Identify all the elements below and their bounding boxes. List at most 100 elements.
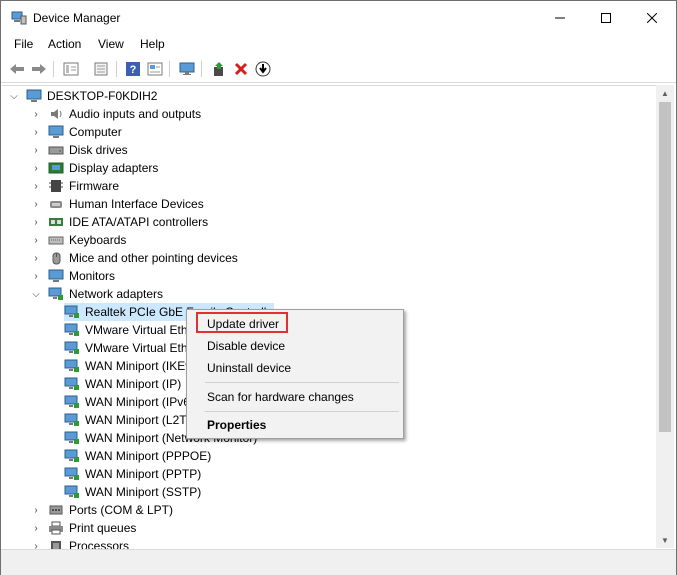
tree-category[interactable]: › Display adapters	[30, 159, 158, 177]
menu-action[interactable]: Action	[47, 37, 82, 51]
category-label: Display adapters	[69, 161, 159, 175]
update-driver-highlight	[196, 312, 288, 333]
tree-category[interactable]: › Audio inputs and outputs	[30, 105, 201, 123]
scroll-down-arrow-icon[interactable]: ▼	[656, 532, 674, 548]
context-uninstall-device[interactable]: Uninstall device	[188, 357, 402, 379]
tree-root-label: DESKTOP-F0KDIH2	[47, 89, 158, 103]
category-label: Processors	[69, 539, 130, 549]
network-adapter-item[interactable]: WAN Miniport (PPPOE)	[64, 447, 211, 465]
tree-category[interactable]: › Firmware	[30, 177, 119, 195]
category-label: Computer	[69, 125, 122, 139]
tree-category[interactable]: › Computer	[30, 123, 122, 141]
menu-help[interactable]: Help	[139, 37, 166, 51]
menu-view[interactable]: View	[97, 37, 125, 51]
chevron-right-icon[interactable]: ›	[30, 159, 42, 177]
uninstall-icon[interactable]	[231, 59, 251, 79]
chevron-right-icon[interactable]: ›	[30, 537, 42, 550]
chevron-right-icon[interactable]: ›	[30, 267, 42, 285]
chevron-right-icon[interactable]: ›	[30, 249, 42, 267]
network-adapter-item[interactable]: WAN Miniport (IP)	[64, 375, 181, 393]
menu-file[interactable]: File	[13, 37, 34, 51]
back-arrow-icon[interactable]	[7, 59, 27, 79]
scroll-up-arrow-icon[interactable]: ▲	[656, 85, 674, 101]
tree-category[interactable]: › IDE ATA/ATAPI controllers	[30, 213, 208, 231]
tree-category[interactable]: › Monitors	[30, 267, 115, 285]
network-adapter-item[interactable]: WAN Miniport (IPv6)	[64, 393, 194, 411]
chevron-down-icon[interactable]: ⌵	[30, 285, 42, 303]
context-item-label: Scan for hardware changes	[207, 390, 354, 404]
chevron-right-icon[interactable]: ›	[30, 177, 42, 195]
network-adapter-icon	[64, 467, 80, 481]
forward-arrow-icon[interactable]	[29, 59, 49, 79]
chevron-right-icon[interactable]: ›	[30, 195, 42, 213]
tree-category[interactable]: › Ports (COM & LPT)	[30, 501, 173, 519]
tree-category[interactable]: › Keyboards	[30, 231, 126, 249]
update-driver-icon[interactable]	[209, 59, 229, 79]
properties-icon[interactable]	[61, 59, 81, 79]
tree-category[interactable]: › Disk drives	[30, 141, 128, 159]
chevron-right-icon[interactable]: ›	[30, 501, 42, 519]
menu-bar: File Action View Help	[1, 35, 676, 55]
action-icon[interactable]	[145, 59, 165, 79]
computer-icon	[48, 125, 64, 139]
toolbar-separator	[201, 61, 202, 77]
scroll-thumb[interactable]	[659, 102, 671, 432]
tree-category-network[interactable]: ⌵ Network adapters	[30, 285, 163, 303]
title-bar[interactable]: Device Manager	[1, 1, 676, 35]
toolbar-separator	[169, 61, 170, 77]
window-title: Device Manager	[33, 11, 121, 25]
ide-icon	[48, 215, 64, 229]
device-manager-icon	[11, 11, 27, 25]
chevron-down-icon[interactable]: ⌵	[8, 87, 20, 105]
monitor-icon[interactable]	[177, 59, 197, 79]
category-label: IDE ATA/ATAPI controllers	[69, 215, 209, 229]
adapter-label: WAN Miniport (PPPOE)	[85, 449, 212, 463]
chevron-right-icon[interactable]: ›	[30, 123, 42, 141]
adapter-label: WAN Miniport (IKEv2)	[85, 359, 202, 373]
mouse-icon	[48, 251, 64, 265]
svg-text:?: ?	[130, 64, 137, 76]
minimize-button[interactable]	[537, 1, 583, 35]
category-label: Monitors	[69, 269, 116, 283]
install-icon[interactable]	[253, 59, 273, 79]
display-adapter-icon	[48, 161, 64, 175]
chevron-right-icon[interactable]: ›	[30, 231, 42, 249]
context-separator	[205, 411, 399, 412]
chevron-right-icon[interactable]: ›	[30, 141, 42, 159]
tree-category[interactable]: › Human Interface Devices	[30, 195, 203, 213]
tree-root[interactable]: ⌵ DESKTOP-F0KDIH2	[8, 87, 157, 105]
network-adapter-item[interactable]: WAN Miniport (L2TP)	[64, 411, 199, 429]
context-scan-hardware[interactable]: Scan for hardware changes	[188, 386, 402, 408]
hid-icon	[48, 197, 64, 211]
category-label: Firmware	[69, 179, 119, 193]
chevron-right-icon[interactable]: ›	[30, 519, 42, 537]
close-button[interactable]	[629, 1, 675, 35]
help-icon[interactable]: ?	[123, 59, 143, 79]
tree-category[interactable]: › Mice and other pointing devices	[30, 249, 237, 267]
network-adapter-icon	[64, 413, 80, 427]
network-adapter-icon	[64, 359, 80, 373]
context-separator	[205, 382, 399, 383]
category-label: Print queues	[69, 521, 137, 535]
firmware-icon	[48, 179, 64, 193]
context-disable-device[interactable]: Disable device	[188, 335, 402, 357]
show-hide-icon[interactable]	[91, 59, 111, 79]
device-manager-window: Device Manager File Action View Help ? ⌵…	[0, 0, 677, 575]
vertical-scrollbar[interactable]: ▲ ▼	[656, 85, 674, 548]
chevron-right-icon[interactable]: ›	[30, 105, 42, 123]
network-adapter-item[interactable]: WAN Miniport (SSTP)	[64, 483, 201, 501]
category-label: Disk drives	[69, 143, 128, 157]
network-adapter-icon	[64, 431, 80, 445]
context-properties[interactable]: Properties	[188, 414, 402, 436]
network-adapter-item[interactable]: WAN Miniport (PPTP)	[64, 465, 201, 483]
keyboard-icon	[48, 233, 64, 247]
maximize-button[interactable]	[583, 1, 629, 35]
network-adapter-item[interactable]: WAN Miniport (IKEv2)	[64, 357, 202, 375]
network-adapter-icon	[64, 305, 80, 319]
adapter-label: WAN Miniport (IPv6)	[85, 395, 194, 409]
speaker-icon	[48, 107, 64, 121]
tree-category[interactable]: › Print queues	[30, 519, 136, 537]
chevron-right-icon[interactable]: ›	[30, 213, 42, 231]
toolbar-separator	[53, 61, 54, 77]
tree-category[interactable]: › Processors	[30, 537, 129, 549]
